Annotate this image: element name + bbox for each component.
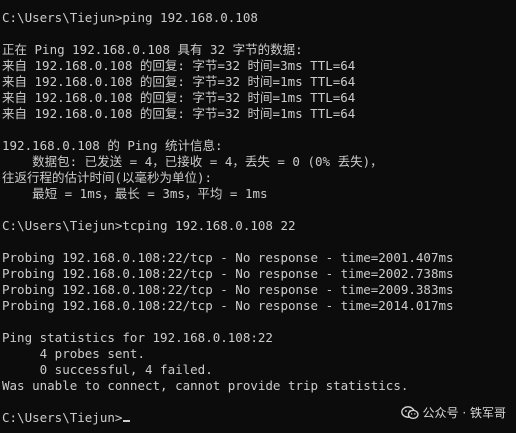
watermark: 公众号 · 铁军哥 bbox=[400, 404, 506, 421]
terminal-line: Was unable to connect, cannot provide tr… bbox=[2, 378, 409, 393]
terminal-line: 正在 Ping 192.168.0.108 具有 32 字节的数据: bbox=[2, 42, 303, 57]
terminal-line: C:\Users\Tiejun>ping 192.168.0.108 bbox=[2, 10, 258, 25]
terminal-line: C:\Users\Tiejun>tcping 192.168.0.108 22 bbox=[2, 218, 296, 233]
wechat-official-account-icon bbox=[400, 405, 419, 420]
terminal-line: 来自 192.168.0.108 的回复: 字节=32 时间=1ms TTL=6… bbox=[2, 90, 356, 105]
terminal-line: Probing 192.168.0.108:22/tcp - No respon… bbox=[2, 250, 454, 265]
terminal-line: 来自 192.168.0.108 的回复: 字节=32 时间=1ms TTL=6… bbox=[2, 74, 356, 89]
terminal-line: 192.168.0.108 的 Ping 统计信息: bbox=[2, 138, 223, 153]
terminal-line: 数据包: 已发送 = 4，已接收 = 4，丢失 = 0 (0% 丢失)， bbox=[2, 154, 383, 169]
text-cursor bbox=[123, 420, 131, 422]
terminal-line: Probing 192.168.0.108:22/tcp - No respon… bbox=[2, 298, 454, 313]
watermark-text: 公众号 · 铁军哥 bbox=[422, 406, 506, 420]
terminal-line: 往返行程的估计时间(以毫秒为单位): bbox=[2, 170, 213, 185]
terminal-line: Ping statistics for 192.168.0.108:22 bbox=[2, 330, 273, 345]
terminal-line: 4 probes sent. bbox=[2, 346, 145, 361]
terminal-line: 来自 192.168.0.108 的回复: 字节=32 时间=1ms TTL=6… bbox=[2, 106, 356, 121]
terminal-line: Probing 192.168.0.108:22/tcp - No respon… bbox=[2, 266, 454, 281]
command-prompt: C:\Users\Tiejun> bbox=[2, 410, 123, 425]
terminal-line: 来自 192.168.0.108 的回复: 字节=32 时间=3ms TTL=6… bbox=[2, 58, 356, 73]
terminal-line: 0 successful, 4 failed. bbox=[2, 362, 213, 377]
terminal-line: Probing 192.168.0.108:22/tcp - No respon… bbox=[2, 282, 454, 297]
terminal-line: 最短 = 1ms，最长 = 3ms，平均 = 1ms bbox=[2, 186, 268, 201]
terminal-output[interactable]: C:\Users\Tiejun>ping 192.168.0.108 正在 Pi… bbox=[0, 0, 516, 433]
